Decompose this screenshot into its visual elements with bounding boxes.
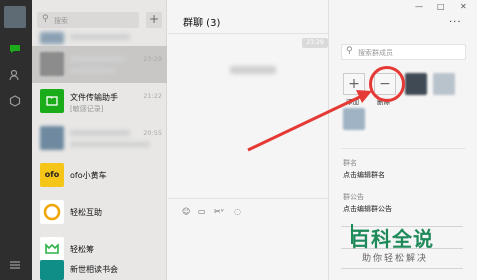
chat-preview: [敏感记录] bbox=[70, 105, 104, 113]
list-item[interactable] bbox=[32, 32, 167, 46]
list-item[interactable]: 轻松互助 bbox=[32, 194, 167, 231]
ofo-logo-icon: ofo bbox=[40, 163, 64, 187]
search-icon: ⚲ bbox=[346, 46, 353, 56]
more-button[interactable]: ... bbox=[449, 14, 462, 25]
watermark-title: 百科全说 bbox=[350, 227, 434, 251]
add-member-button[interactable]: + bbox=[343, 73, 365, 95]
chat-icon[interactable] bbox=[7, 42, 23, 58]
divider bbox=[341, 148, 466, 149]
chat-panel: 群聊 (3) 23:29 ☺ ▭ ✂ᵛ ◌ bbox=[168, 0, 328, 280]
search-box[interactable]: ⚲ 搜索 bbox=[37, 12, 139, 28]
search-placeholder: 搜索 bbox=[54, 17, 68, 25]
scissors-icon[interactable]: ✂ᵛ bbox=[214, 207, 224, 216]
list-item[interactable]: 20:55 bbox=[32, 120, 167, 157]
folder-icon[interactable]: ▭ bbox=[198, 207, 206, 216]
chat-name: 文件传输助手 bbox=[70, 93, 118, 102]
list-item[interactable]: 文件传输助手 [敏感记录] 21:22 bbox=[32, 83, 167, 120]
watermark-subtitle: 助你轻松解决 bbox=[362, 254, 429, 264]
group-notice-label: 群公告 bbox=[343, 193, 364, 201]
maximize-button[interactable]: □ bbox=[437, 2, 445, 11]
list-item[interactable]: 新世相读书会 bbox=[32, 258, 167, 280]
file-transfer-icon bbox=[40, 89, 64, 113]
group-notice-value[interactable]: 点击编辑群公告 bbox=[343, 204, 392, 214]
chat-name: 轻松互助 bbox=[70, 208, 102, 217]
member-search-placeholder: 搜索群成员 bbox=[358, 49, 393, 57]
group-name-value[interactable]: 点击编辑群名 bbox=[343, 170, 385, 180]
chat-name: 新世相读书会 bbox=[70, 265, 118, 274]
emoji-icon[interactable]: ☺ bbox=[182, 207, 190, 216]
favorites-icon[interactable] bbox=[7, 94, 23, 110]
timestamp: 23:29 bbox=[143, 55, 162, 63]
member-search-input[interactable]: ⚲ 搜索群成员 bbox=[341, 44, 466, 60]
chat-name: ofo小黄车 bbox=[70, 171, 107, 180]
contacts-icon[interactable] bbox=[7, 68, 23, 84]
qsh-logo-icon bbox=[40, 200, 64, 224]
list-item[interactable]: ofo ofo小黄车 bbox=[32, 157, 167, 194]
member-avatar[interactable] bbox=[343, 108, 365, 130]
add-member-label: 添加 bbox=[346, 98, 359, 106]
chat-avatar bbox=[40, 52, 64, 76]
divider bbox=[341, 268, 463, 269]
divider bbox=[168, 198, 328, 199]
user-avatar[interactable] bbox=[4, 6, 26, 28]
group-name-label: 群名 bbox=[343, 159, 357, 167]
member-avatar[interactable] bbox=[405, 73, 427, 95]
start-chat-button[interactable]: + bbox=[146, 12, 162, 28]
member-avatar[interactable] bbox=[433, 73, 455, 95]
left-rail bbox=[0, 0, 32, 280]
chat-title: 群聊 (3) bbox=[183, 18, 221, 29]
menu-icon[interactable] bbox=[7, 258, 23, 274]
chat-avatar bbox=[40, 126, 64, 150]
minimize-button[interactable]: — bbox=[415, 2, 423, 11]
chat-bubble-icon[interactable]: ◌ bbox=[234, 207, 241, 216]
chat-name: 轻松筹 bbox=[70, 245, 94, 254]
close-button[interactable]: ✕ bbox=[460, 2, 467, 11]
search-icon: ⚲ bbox=[42, 14, 49, 24]
highlight-circle bbox=[369, 66, 405, 102]
timestamp: 21:22 bbox=[143, 92, 162, 100]
message-time: 23:29 bbox=[302, 38, 328, 48]
conversation-list: ⚲ 搜索 + 23:29 文件传输助手 [敏感记录] 21:22 20:55 o… bbox=[32, 0, 167, 280]
list-item[interactable]: 23:29 bbox=[32, 46, 167, 83]
timestamp: 20:55 bbox=[143, 129, 162, 137]
book-club-icon bbox=[40, 260, 64, 280]
divider bbox=[168, 33, 328, 34]
